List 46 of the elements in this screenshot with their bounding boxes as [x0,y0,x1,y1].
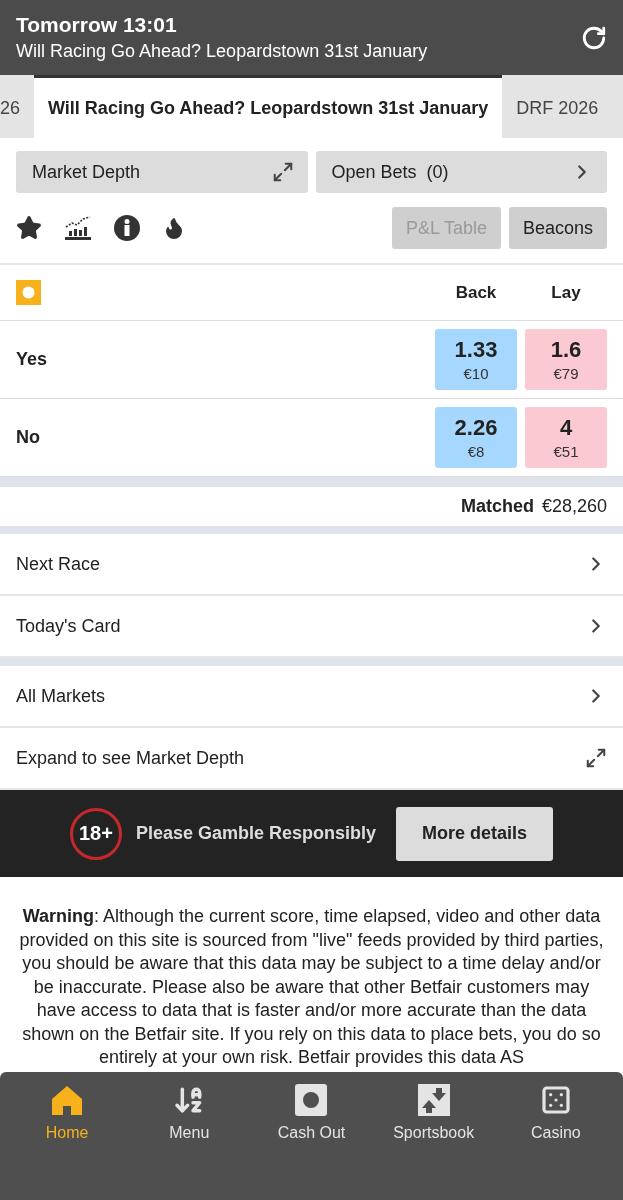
lay-price-button[interactable]: 1.6 €79 [525,329,607,390]
column-header: Back [454,282,498,303]
market-tab[interactable]: 26 [0,75,35,138]
sportsbook-icon [417,1084,450,1116]
link-label: All Markets [16,685,105,707]
nav-tab[interactable]: Cash Out [256,1084,367,1200]
nav-tab[interactable]: Home [12,1084,123,1200]
in-play-icon [16,280,41,305]
dice-icon [539,1084,572,1116]
home-icon [51,1084,84,1116]
info-icon[interactable] [114,215,140,241]
action-button[interactable]: Open Bets (0) [315,151,607,193]
star-icon[interactable] [16,215,42,241]
link-label: Today's Card [16,615,121,637]
age-badge: 18+ [69,807,122,860]
back-price-button[interactable]: 1.33 €10 [435,329,517,390]
expand-icon [271,161,294,183]
nav-link-row[interactable]: All Markets [0,666,623,728]
nav-link-row[interactable]: Next Race [0,534,623,596]
market-name: Will Racing Go Ahead? Leopardstown 31st January [16,41,429,62]
refresh-icon[interactable] [581,24,607,51]
warning-text: Warning: Although the current score, time elapsed, video and other data provided on this site is sourced from "live" feeds provided by third parties, you should be aware that this data may be subject to a time delay and/or be inaccurate. Please also be aware that other Betfair customers may have access to data that is faster and/or more accurate than the data shown on the Betfair site. If you rely on this data to place bets, you do so entirely at your own risk. Betfair provides this data AS [18,905,605,1069]
nav-tab[interactable]: Menu [134,1084,245,1200]
back-price-button[interactable]: 2.26 €8 [435,407,517,468]
event-time: Tomorrow 13:01 [16,13,178,37]
nav-tab[interactable]: Sportsbook [378,1084,489,1200]
more-details-button[interactable]: More details [396,806,554,861]
cash-out-icon [295,1084,328,1116]
runner-name: Yes [16,349,49,370]
market-tab[interactable]: DRF 2026 [502,75,613,138]
runner-name: No [16,427,41,448]
action-button[interactable]: Market Depth [16,151,308,193]
matched-label: Matched [460,496,534,517]
lay-price-button[interactable]: 4 €51 [525,407,607,468]
chart-icon[interactable] [64,215,92,241]
expand-icon [585,747,607,769]
banner-text: Please Gamble Responsibly [135,823,377,844]
link-label: Expand to see Market Depth [16,747,245,769]
column-header: Lay [550,282,582,303]
market-tab[interactable]: Will Racing Go Ahead? Leopardstown 31st January [34,75,503,138]
matched-amount: €28,260 [541,496,607,517]
action-label: Market Depth [32,161,141,183]
action-label: Open Bets (0) [331,161,449,183]
link-label: Next Race [16,553,101,575]
nav-tab[interactable]: Casino [500,1084,611,1200]
toolbar-button[interactable]: Beacons [508,207,607,249]
